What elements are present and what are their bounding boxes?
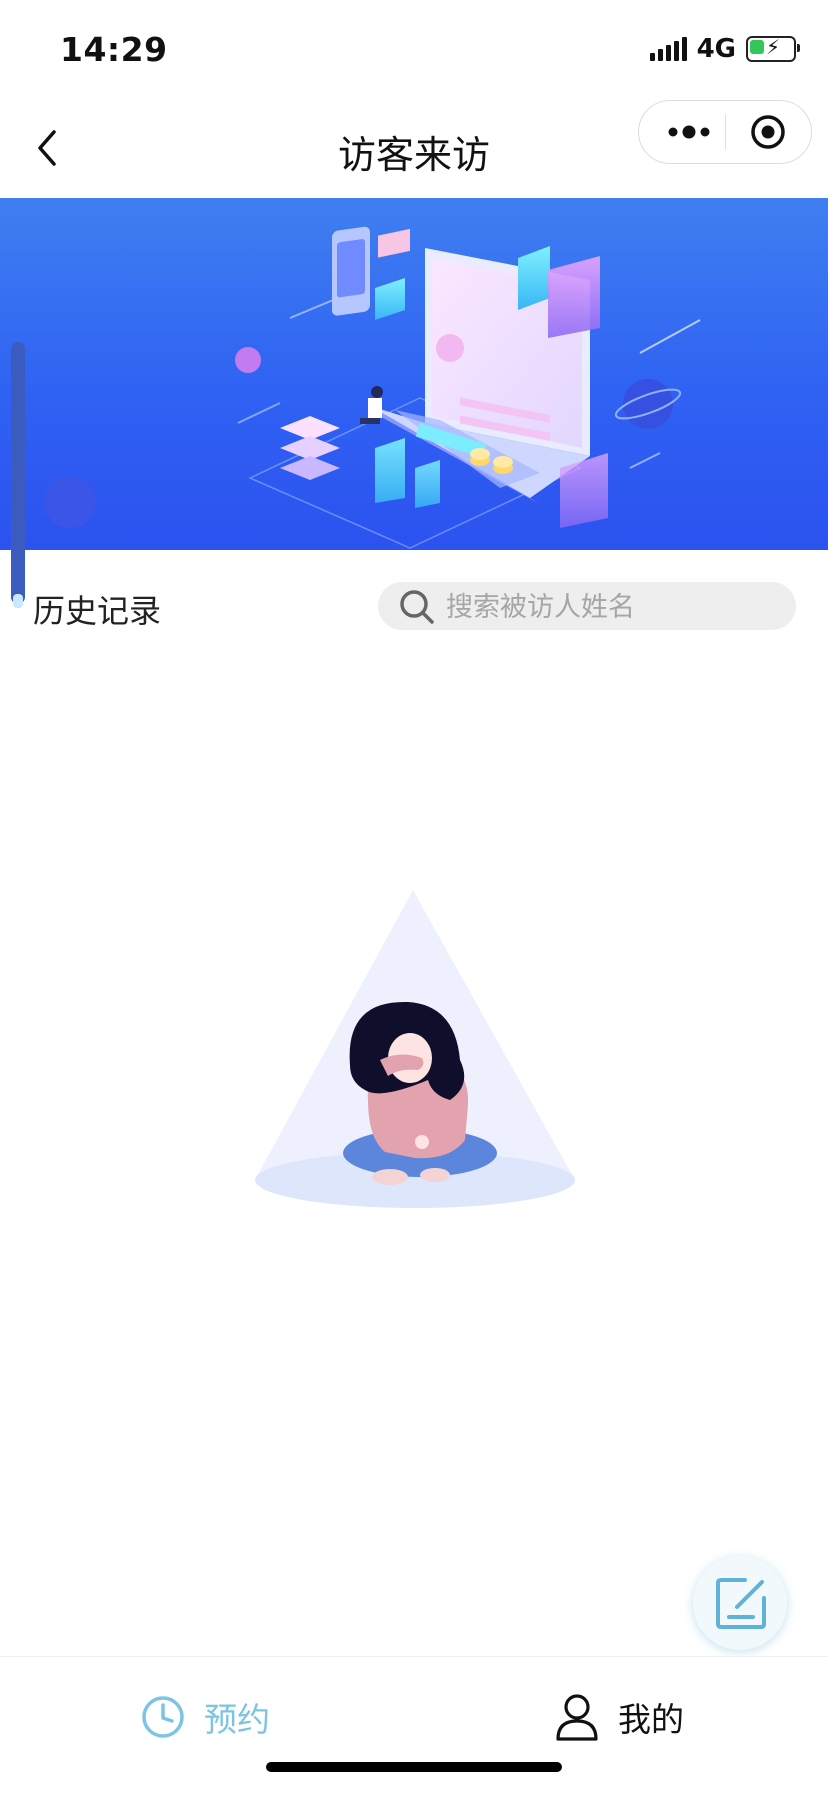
tab-reserve-label: 预约 [204, 1700, 270, 1739]
more-icon[interactable] [664, 119, 714, 145]
edit-icon [716, 1578, 766, 1629]
close-target-icon[interactable] [750, 114, 786, 150]
tab-mine-label: 我的 [618, 1700, 684, 1739]
tab-mine[interactable]: 我的 [554, 1687, 684, 1747]
banner-illustration [44, 226, 701, 549]
tab-bar: 预约 我的 [0, 1656, 828, 1793]
scroll-indicator[interactable] [11, 342, 25, 608]
history-section: 历史记录 [0, 572, 828, 636]
mini-program-capsule [638, 100, 812, 164]
clock-icon [142, 1696, 184, 1738]
battery-icon: ⚡ [746, 35, 800, 62]
history-label: 历史记录 [33, 592, 162, 630]
nav-bar: 访客来访 [0, 98, 828, 198]
search-box[interactable] [378, 582, 796, 632]
status-icons: 4G ⚡ [649, 34, 800, 64]
empty-state-illustration [255, 890, 575, 1208]
network-type: 4G [696, 34, 736, 64]
banner-image [0, 198, 828, 550]
search-icon [400, 590, 434, 624]
person-icon [556, 1694, 598, 1741]
tab-reserve[interactable]: 预约 [140, 1687, 270, 1747]
search-input[interactable] [444, 582, 788, 632]
home-indicator [266, 1762, 562, 1772]
signal-icon [649, 37, 687, 61]
capsule-divider [725, 115, 726, 149]
status-bar: 14:29 4G ⚡ [0, 0, 828, 98]
new-appointment-button[interactable] [693, 1556, 787, 1650]
status-time: 14:29 [60, 30, 168, 69]
